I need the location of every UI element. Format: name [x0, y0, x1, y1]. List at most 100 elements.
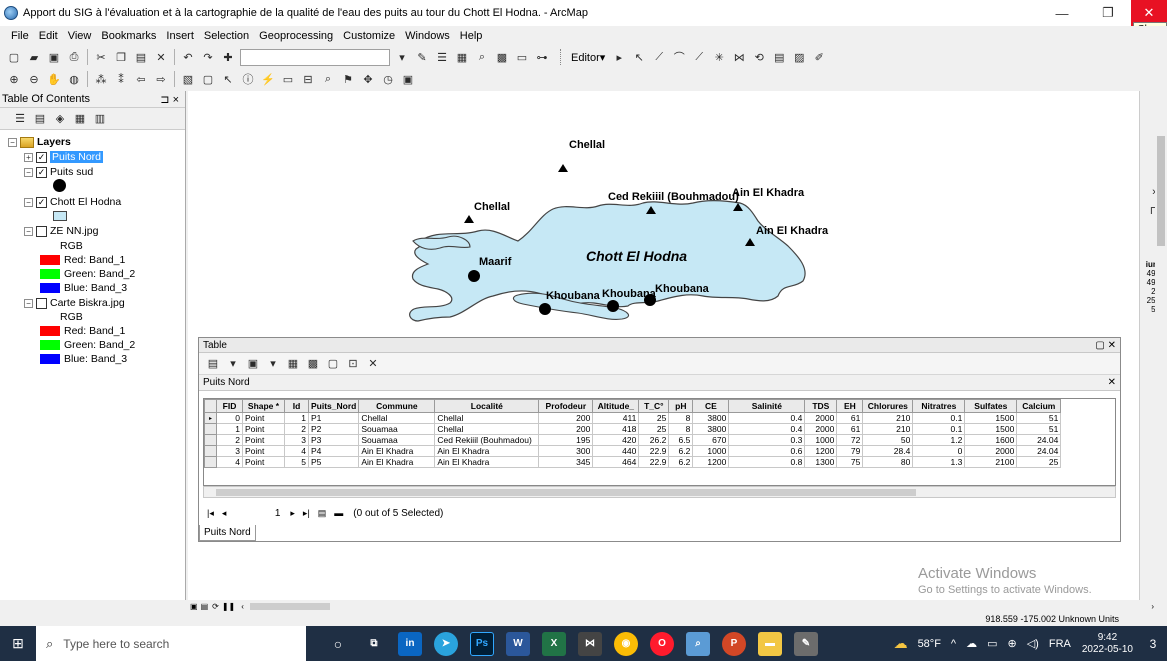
rotate-icon[interactable]: ⟲ [750, 48, 768, 66]
table-cell[interactable]: 24.04 [1016, 434, 1062, 446]
table-cell[interactable]: P1 [307, 412, 360, 424]
menu-windows[interactable]: Windows [400, 30, 455, 42]
clear-selection-icon[interactable]: ▢ [324, 355, 342, 373]
pause-drawing-icon[interactable]: ❚❚ [222, 602, 235, 611]
table-cell[interactable]: Chellal [434, 423, 540, 435]
open-icon[interactable]: ▰ [25, 48, 43, 66]
onedrive-icon[interactable]: ☁ [966, 637, 977, 650]
table-cell[interactable]: 2 [284, 423, 309, 435]
maximize-button[interactable]: ❐ [1085, 0, 1131, 26]
table-cell[interactable]: Ain El Khadra [434, 445, 540, 457]
redo-icon[interactable]: ↷ [199, 48, 217, 66]
scale-dropdown-icon[interactable]: ▾ [393, 48, 411, 66]
table-cell[interactable]: 2 [216, 434, 243, 446]
table-cell[interactable]: Souamaa [358, 423, 436, 435]
toc-layer-carte-biskra[interactable]: − Carte Biskra.jpg [24, 297, 125, 309]
table-row[interactable]: ▸ 0 Point 1 P1 Chellal Chellal 200 411 25 8 3800 0.4… [204, 412, 1062, 424]
scroll-right-icon[interactable]: › [1151, 602, 1154, 611]
chrome-icon[interactable]: ◉ [614, 631, 638, 656]
clear-selection-icon[interactable]: ▢ [199, 70, 217, 88]
taskbar-clock[interactable]: 9:42 2022-05-10 [1082, 632, 1133, 656]
table-cell[interactable]: 75 [836, 456, 864, 468]
paint-icon[interactable]: ✎ [794, 631, 818, 656]
table-cell[interactable]: Chellal [358, 412, 436, 424]
measure-icon[interactable]: ⊟ [299, 70, 317, 88]
add-data-icon[interactable]: ✚ [219, 48, 237, 66]
column-header[interactable]: Altitude_ [592, 399, 640, 413]
table-cell[interactable]: Point [242, 412, 285, 424]
table-cell[interactable]: P3 [307, 434, 360, 446]
collapse-icon[interactable]: − [24, 298, 33, 308]
attributes-icon[interactable]: ▤ [770, 48, 788, 66]
forward-extent-icon[interactable]: ⇨ [152, 70, 170, 88]
table-cell[interactable]: 51 [1016, 412, 1062, 424]
table-cell[interactable]: 2000 [964, 445, 1018, 457]
table-cell[interactable]: 0.3 [728, 434, 806, 446]
table-cell[interactable]: 195 [538, 434, 594, 446]
table-cell[interactable]: 1.2 [912, 434, 966, 446]
toc-layers-root[interactable]: − Layers [8, 136, 71, 148]
dropdown-icon[interactable]: ▾ [264, 355, 282, 373]
menu-customize[interactable]: Customize [338, 30, 400, 42]
column-header[interactable]: Salinité [728, 399, 806, 413]
file-explorer-icon[interactable]: ▬ [758, 631, 782, 656]
column-header[interactable]: Profodeur [538, 399, 594, 413]
puits-sud-symbol[interactable] [53, 179, 66, 192]
table-cell[interactable]: 28.4 [862, 445, 914, 457]
layer-visibility-checkbox[interactable]: ✓ [36, 196, 47, 208]
map-scale-input[interactable] [240, 48, 390, 66]
menu-view[interactable]: View [63, 30, 97, 42]
column-header[interactable]: Localité [434, 399, 540, 413]
table-cell[interactable]: 0 [216, 412, 243, 424]
select-elements-icon[interactable]: ↖ [219, 70, 237, 88]
zoom-to-selected-icon[interactable]: ⊡ [344, 355, 362, 373]
arctoolbox-icon[interactable]: ▩ [493, 48, 511, 66]
copy-icon[interactable]: ❐ [112, 48, 130, 66]
search-window-icon[interactable]: ⌕ [473, 48, 491, 66]
layer-visibility-checkbox[interactable] [36, 297, 47, 309]
table-options-icon[interactable]: ▤ [204, 355, 222, 373]
next-record-button[interactable]: ▸ [290, 508, 295, 519]
table-cell[interactable]: 72 [836, 434, 864, 446]
sketch-properties-icon[interactable]: ▨ [790, 48, 808, 66]
menu-selection[interactable]: Selection [199, 30, 254, 42]
collapse-icon[interactable]: − [8, 137, 17, 147]
triangle-symbol[interactable] [558, 164, 568, 172]
arcmap-taskbar-icon[interactable]: ⌕ [686, 631, 710, 656]
map-horizontal-scroll-thumb[interactable] [249, 602, 330, 610]
column-header[interactable]: Calcium [1016, 399, 1062, 413]
table-cell[interactable]: 2100 [964, 456, 1018, 468]
show-hidden-icons-icon[interactable]: ^ [951, 638, 956, 650]
menu-file[interactable]: File [6, 30, 34, 42]
expand-icon[interactable]: + [24, 152, 33, 162]
weather-icon[interactable]: ☁ [894, 635, 908, 652]
delete-selected-icon[interactable]: ✕ [364, 355, 382, 373]
table-cell[interactable]: Ain El Khadra [434, 456, 540, 468]
column-header[interactable]: pH [668, 399, 694, 413]
zoom-in-icon[interactable]: ⊕ [5, 70, 23, 88]
table-window-controls[interactable]: ▢ ✕ [1095, 340, 1116, 351]
list-by-drawing-order-icon[interactable]: ☰ [11, 110, 29, 128]
table-cell[interactable]: Point [242, 456, 285, 468]
layer-name-label[interactable]: Chott El Hodna [50, 196, 121, 208]
column-header[interactable]: Shape * [242, 399, 285, 413]
table-cell[interactable]: 418 [592, 423, 640, 435]
goto-xy-icon[interactable]: ✥ [359, 70, 377, 88]
save-icon[interactable]: ▣ [45, 48, 63, 66]
delete-icon[interactable]: ✕ [152, 48, 170, 66]
table-cell[interactable]: 6.2 [668, 445, 694, 457]
table-cell[interactable]: 210 [862, 423, 914, 435]
table-cell[interactable]: 8 [668, 412, 694, 424]
linkedin-icon[interactable]: in [398, 631, 422, 656]
table-row[interactable]: 2 Point 3 P3 Souamaa Ced Rekiiil (Bouhmadou) 1… [204, 434, 1062, 446]
table-cell[interactable]: Ced Rekiiil (Bouhmadou) [434, 434, 540, 446]
table-cell[interactable]: 210 [862, 412, 914, 424]
column-header[interactable]: T_C° [638, 399, 670, 413]
toc-layer-puits-sud[interactable]: − ✓ Puits sud [24, 166, 93, 178]
table-cell[interactable]: Ain El Khadra [358, 456, 436, 468]
undo-icon[interactable]: ↶ [179, 48, 197, 66]
table-cell[interactable]: 1 [216, 423, 243, 435]
data-view-icon[interactable]: ▣ [190, 602, 198, 611]
edit-annotation-icon[interactable]: ↖ [630, 48, 648, 66]
minimize-button[interactable]: — [1039, 0, 1085, 26]
